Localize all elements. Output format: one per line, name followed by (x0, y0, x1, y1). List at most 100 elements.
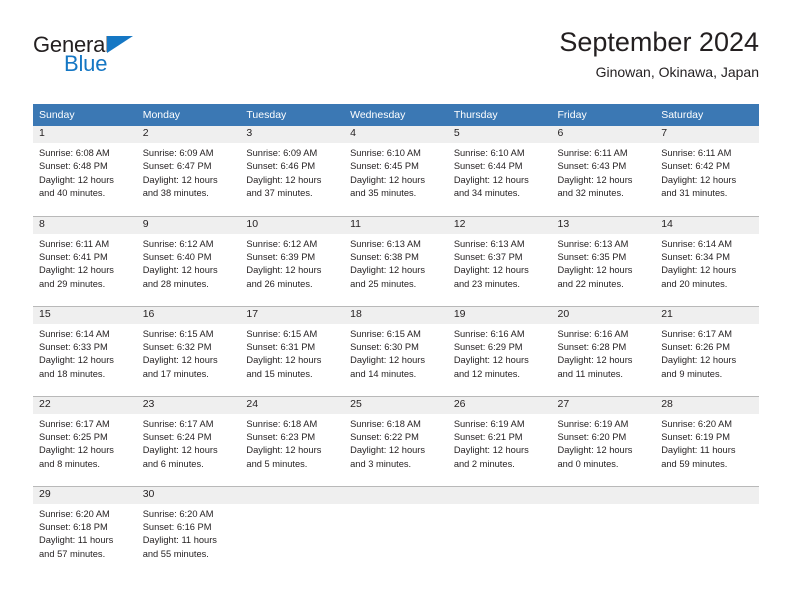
day-details: Sunrise: 6:10 AM Sunset: 6:45 PM Daylight:… (344, 143, 448, 201)
day-number: 21 (655, 306, 759, 324)
day-number (240, 486, 345, 504)
calendar-day-cell[interactable]: 3 Sunrise: 6:09 AM Sunset: 6:46 PM Daylight… (240, 126, 345, 216)
calendar-day-cell[interactable]: 19 Sunrise: 6:16 AM Sunset: 6:29 PM Dayligh… (447, 305, 552, 396)
day-details: Sunrise: 6:13 AM Sunset: 6:37 PM Daylight:… (448, 234, 552, 292)
sunrise-text: Sunrise: 6:17 AM (661, 328, 733, 339)
calendar-day-cell[interactable]: 17 Sunrise: 6:15 AM Sunset: 6:31 PM Dayligh… (240, 305, 345, 396)
day-number: 10 (240, 216, 345, 234)
day-number: 5 (447, 126, 552, 143)
calendar-day-cell[interactable]: 28 Sunrise: 6:20 AM Sunset: 6:19 PM Dayligh… (655, 395, 759, 486)
calendar-day-cell[interactable]: 23 Sunrise: 6:17 AM Sunset: 6:24 PM Dayligh… (136, 395, 241, 486)
daylight-text-line1: Daylight: 12 hours (557, 355, 633, 366)
weekday-header-thursday: Thursday (447, 104, 552, 126)
sunset-text: Sunset: 6:32 PM (142, 341, 212, 352)
calendar-day-cell[interactable] (447, 485, 552, 576)
daylight-text-line2: and 34 minutes. (453, 188, 520, 199)
calendar-day-cell[interactable]: 5 Sunrise: 6:10 AM Sunset: 6:44 PM Daylight… (447, 126, 552, 216)
calendar-day-cell[interactable]: 1 Sunrise: 6:08 AM Sunset: 6:48 PM Daylight… (33, 126, 137, 216)
day-details: Sunrise: 6:15 AM Sunset: 6:30 PM Daylight:… (344, 324, 448, 382)
calendar-day-cell[interactable]: 12 Sunrise: 6:13 AM Sunset: 6:37 PM Dayligh… (447, 215, 552, 306)
daylight-text-line2: and 28 minutes. (142, 278, 209, 289)
sunrise-text: Sunrise: 6:20 AM (142, 508, 214, 519)
calendar-day-cell[interactable]: 29 Sunrise: 6:20 AM Sunset: 6:18 PM Dayligh… (33, 485, 137, 577)
sunset-text: Sunset: 6:48 PM (39, 161, 108, 172)
daylight-text-line2: and 15 minutes. (246, 368, 313, 379)
daylight-text-line1: Daylight: 11 hours (39, 535, 114, 546)
sunrise-text: Sunrise: 6:16 AM (557, 328, 629, 339)
sunrise-text: Sunrise: 6:11 AM (557, 148, 628, 158)
calendar-day-cell[interactable] (344, 485, 448, 576)
calendar-day-cell[interactable]: 10 Sunrise: 6:12 AM Sunset: 6:39 PM Dayligh… (240, 215, 345, 306)
day-cell-inner: 7 Sunrise: 6:11 AM Sunset: 6:42 PM Daylight… (655, 126, 759, 216)
sunset-text: Sunset: 6:30 PM (350, 341, 419, 352)
day-details: Sunrise: 6:15 AM Sunset: 6:32 PM Daylight:… (137, 324, 241, 382)
day-details: Sunrise: 6:09 AM Sunset: 6:47 PM Daylight:… (137, 143, 241, 201)
daylight-text-line2: and 26 minutes. (246, 278, 313, 289)
calendar-day-cell[interactable] (655, 485, 759, 576)
calendar-day-cell[interactable] (240, 485, 345, 576)
daylight-text-line2: and 59 minutes. (661, 458, 728, 469)
daylight-text-line1: Daylight: 11 hours (661, 445, 736, 456)
sunset-text: Sunset: 6:26 PM (661, 341, 730, 352)
day-number: 28 (655, 396, 759, 414)
calendar-day-cell[interactable]: 20 Sunrise: 6:16 AM Sunset: 6:28 PM Dayligh… (551, 305, 656, 396)
day-number: 29 (33, 486, 137, 504)
day-number (344, 486, 448, 504)
calendar-day-cell[interactable]: 13 Sunrise: 6:13 AM Sunset: 6:35 PM Dayligh… (551, 215, 656, 306)
day-cell-inner: 29 Sunrise: 6:20 AM Sunset: 6:18 PM Dayligh… (33, 486, 137, 577)
calendar-week-row: 29 Sunrise: 6:20 AM Sunset: 6:18 PM Dayligh… (33, 485, 759, 577)
calendar-day-cell[interactable]: 27 Sunrise: 6:19 AM Sunset: 6:20 PM Dayligh… (551, 395, 656, 486)
calendar-day-cell[interactable]: 7 Sunrise: 6:11 AM Sunset: 6:42 PM Daylight… (655, 126, 759, 216)
calendar-day-cell[interactable]: 6 Sunrise: 6:11 AM Sunset: 6:43 PM Daylight… (551, 126, 656, 216)
day-details: Sunrise: 6:12 AM Sunset: 6:39 PM Daylight:… (240, 234, 344, 292)
day-details: Sunrise: 6:18 AM Sunset: 6:22 PM Daylight:… (344, 414, 448, 472)
sunset-text: Sunset: 6:42 PM (661, 161, 730, 172)
day-cell-inner: 25 Sunrise: 6:18 AM Sunset: 6:22 PM Dayligh… (344, 396, 448, 486)
calendar-day-cell[interactable]: 15 Sunrise: 6:14 AM Sunset: 6:33 PM Dayligh… (33, 305, 137, 396)
calendar-day-cell[interactable]: 11 Sunrise: 6:13 AM Sunset: 6:38 PM Dayligh… (344, 215, 448, 306)
calendar-day-cell[interactable]: 26 Sunrise: 6:19 AM Sunset: 6:21 PM Dayligh… (447, 395, 552, 486)
calendar-day-cell[interactable]: 21 Sunrise: 6:17 AM Sunset: 6:26 PM Dayligh… (655, 305, 759, 396)
day-number: 17 (240, 306, 345, 324)
sunrise-text: Sunrise: 6:10 AM (453, 148, 525, 158)
daylight-text-line1: Daylight: 12 hours (350, 265, 426, 276)
day-cell-inner: 11 Sunrise: 6:13 AM Sunset: 6:38 PM Dayligh… (344, 216, 448, 306)
calendar-day-cell[interactable]: 2 Sunrise: 6:09 AM Sunset: 6:47 PM Daylight… (136, 126, 241, 216)
day-cell-inner (551, 486, 656, 577)
calendar-day-cell[interactable]: 24 Sunrise: 6:18 AM Sunset: 6:23 PM Dayligh… (240, 395, 345, 486)
general-blue-logo[interactable]: General Blue (33, 34, 233, 84)
day-cell-inner: 21 Sunrise: 6:17 AM Sunset: 6:26 PM Dayligh… (655, 306, 759, 396)
day-details: Sunrise: 6:19 AM Sunset: 6:20 PM Daylight:… (552, 414, 656, 472)
day-number: 15 (33, 306, 137, 324)
calendar-day-cell[interactable]: 8 Sunrise: 6:11 AM Sunset: 6:41 PM Daylight… (33, 215, 137, 306)
daylight-text-line2: and 5 minutes. (246, 458, 308, 469)
calendar-day-cell[interactable]: 25 Sunrise: 6:18 AM Sunset: 6:22 PM Dayligh… (344, 395, 448, 486)
calendar-day-cell[interactable]: 22 Sunrise: 6:17 AM Sunset: 6:25 PM Dayligh… (33, 395, 137, 486)
daylight-text-line1: Daylight: 12 hours (661, 265, 737, 276)
calendar-day-cell[interactable]: 9 Sunrise: 6:12 AM Sunset: 6:40 PM Daylight… (136, 215, 241, 306)
daylight-text-line1: Daylight: 12 hours (142, 174, 218, 185)
day-number: 20 (551, 306, 656, 324)
daylight-text-line1: Daylight: 12 hours (557, 445, 633, 456)
sunrise-text: Sunrise: 6:10 AM (350, 148, 421, 158)
day-details (655, 504, 759, 508)
sunrise-text: Sunrise: 6:18 AM (350, 418, 421, 429)
calendar-day-cell[interactable]: 18 Sunrise: 6:15 AM Sunset: 6:30 PM Dayligh… (344, 305, 448, 396)
sunrise-text: Sunrise: 6:13 AM (350, 238, 421, 249)
calendar-day-cell[interactable] (551, 485, 656, 577)
calendar-day-cell[interactable]: 14 Sunrise: 6:14 AM Sunset: 6:34 PM Dayligh… (655, 215, 759, 306)
sunrise-text: Sunrise: 6:09 AM (142, 148, 214, 158)
sunrise-text: Sunrise: 6:13 AM (557, 238, 629, 249)
sunrise-text: Sunrise: 6:19 AM (453, 418, 525, 429)
sunrise-text: Sunrise: 6:11 AM (39, 238, 110, 249)
sunset-text: Sunset: 6:44 PM (453, 161, 523, 172)
sunset-text: Sunset: 6:46 PM (246, 161, 316, 172)
sunset-text: Sunset: 6:25 PM (39, 431, 108, 442)
daylight-text-line2: and 18 minutes. (39, 368, 106, 379)
calendar-day-cell[interactable]: 16 Sunrise: 6:15 AM Sunset: 6:32 PM Dayligh… (136, 305, 241, 396)
sunset-text: Sunset: 6:43 PM (557, 161, 627, 172)
daylight-text-line1: Daylight: 12 hours (246, 265, 322, 276)
day-number: 11 (344, 216, 448, 234)
calendar-day-cell[interactable]: 30 Sunrise: 6:20 AM Sunset: 6:16 PM Dayligh… (136, 485, 241, 576)
calendar-day-cell[interactable]: 4 Sunrise: 6:10 AM Sunset: 6:45 PM Daylight… (344, 126, 448, 216)
